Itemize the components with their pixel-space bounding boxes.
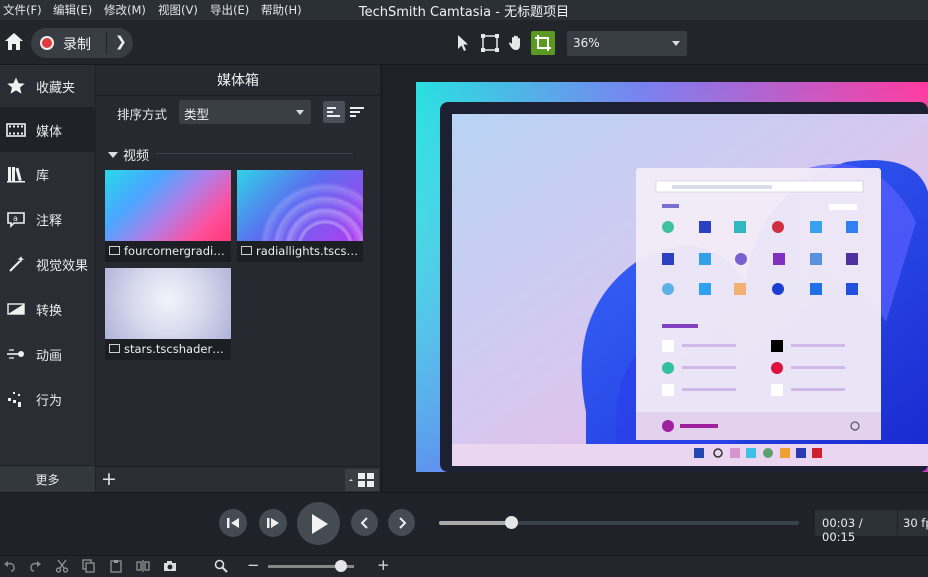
sidebar-item-label: 行为: [36, 394, 63, 409]
film-icon: [109, 344, 120, 353]
preview-image: [416, 82, 928, 472]
film-icon: [6, 123, 26, 137]
sidebar-item-visual-effects[interactable]: 视觉效果: [0, 243, 95, 285]
behavior-icon: [8, 392, 21, 407]
thumbnail-image: [105, 268, 231, 339]
sidebar-item-transitions[interactable]: 转换: [0, 288, 95, 330]
media-item[interactable]: radiallights.tscshadervid: [237, 170, 363, 262]
pointer-icon[interactable]: [451, 31, 475, 55]
sidebar-item-label: 库: [36, 169, 50, 184]
animation-icon: [7, 349, 24, 359]
next-icon[interactable]: [388, 509, 415, 536]
sidebar-item-media[interactable]: 媒体: [0, 107, 95, 152]
timeline-zoom-handle[interactable]: [335, 560, 348, 572]
zoom-dropdown[interactable]: 36%: [567, 31, 687, 56]
sidebar-item-animations[interactable]: 动画: [0, 333, 95, 375]
media-bin: 媒体箱 排序方式 类型 视频 fourcornergradient.tscsha…: [96, 65, 380, 492]
sort-dropdown[interactable]: 类型: [179, 100, 311, 124]
group-label-video: 视频: [123, 149, 150, 164]
zoom-out-icon[interactable]: −: [247, 556, 260, 574]
thumbnail-image: [105, 170, 231, 241]
group-divider: [156, 153, 353, 154]
bin-title: 媒体箱: [217, 73, 259, 89]
zoom-in-icon[interactable]: +: [377, 556, 390, 574]
thumbnail-image: [237, 170, 363, 241]
scrubber-handle[interactable]: [504, 516, 518, 529]
hand-icon[interactable]: [504, 31, 528, 55]
time-display: 00:03 / 00:15: [815, 510, 897, 544]
crop-frame-icon[interactable]: [478, 31, 502, 55]
menu-bar: 文件(F) 编辑(E) 修改(M) 视图(V) 导出(E) 帮助(H) Tech…: [0, 0, 928, 20]
undo-icon[interactable]: [3, 559, 17, 573]
record-dot-icon: [40, 36, 54, 50]
fps-display[interactable]: 30 fps: [898, 510, 928, 536]
step-back-icon[interactable]: [219, 509, 247, 537]
media-item-name: fourcornergradient.tscshadervid: [124, 244, 229, 258]
sidebar-item-label: 转换: [36, 304, 63, 319]
sort-value: 类型: [184, 107, 210, 122]
bin-footer: +: [96, 466, 380, 492]
paste-icon[interactable]: [109, 559, 123, 573]
crop-icon[interactable]: [531, 31, 555, 55]
previous-icon[interactable]: [351, 509, 378, 536]
sidebar-item-library[interactable]: 库: [0, 153, 95, 195]
add-icon[interactable]: +: [101, 468, 117, 490]
film-icon: [109, 246, 120, 255]
film-icon: [241, 246, 252, 255]
record-label: 录制: [63, 37, 91, 53]
sort-icon[interactable]: [346, 101, 368, 123]
wand-icon: [9, 256, 25, 272]
zoom-value: 36%: [573, 36, 600, 50]
transition-icon: [7, 303, 25, 315]
sidebar-item-behaviors[interactable]: 行为: [0, 378, 95, 420]
copy-icon[interactable]: [82, 559, 96, 573]
cut-icon[interactable]: [55, 559, 69, 573]
bin-divider: [96, 95, 380, 96]
chevron-down-icon: [672, 41, 680, 46]
caret-down-icon[interactable]: [108, 152, 118, 158]
sidebar-item-label: 视觉效果: [36, 259, 89, 274]
split-icon[interactable]: [136, 559, 150, 573]
chevron-down-icon: [296, 110, 304, 115]
media-item-name: stars.tscshadervid: [124, 342, 229, 356]
preview-canvas[interactable]: [416, 82, 928, 472]
library-icon: [7, 167, 25, 183]
app-title: TechSmith Camtasia - 无标题项目: [358, 5, 570, 20]
redo-icon[interactable]: [28, 559, 42, 573]
record-button[interactable]: 录制 ❯: [31, 28, 133, 58]
more-button[interactable]: 更多: [0, 466, 95, 492]
media-item[interactable]: fourcornergradient.tscshadervid: [105, 170, 231, 262]
star-icon: [7, 77, 25, 94]
scrubber-progress: [439, 521, 511, 525]
step-forward-icon[interactable]: [259, 509, 287, 537]
sidebar-item-annotations[interactable]: a 注释: [0, 198, 95, 240]
grid-view-icon[interactable]: [345, 469, 379, 491]
svg-text:a: a: [13, 214, 18, 223]
record-divider: [106, 32, 107, 54]
sort-label: 排序方式: [117, 107, 168, 122]
sidebar-item-favorites[interactable]: 收藏夹: [0, 65, 95, 107]
play-button[interactable]: [297, 502, 340, 545]
sidebar-item-label: 注释: [36, 214, 63, 229]
media-item[interactable]: stars.tscshadervid: [105, 268, 231, 360]
chevron-right-icon[interactable]: ❯: [115, 34, 127, 50]
media-item-name: radiallights.tscshadervid: [256, 244, 361, 258]
camera-icon[interactable]: [163, 559, 177, 573]
sidebar-item-label: 收藏夹: [36, 81, 76, 96]
home-icon[interactable]: [2, 30, 26, 54]
zoom-icon[interactable]: [214, 559, 228, 573]
align-left-icon[interactable]: [323, 101, 345, 123]
sidebar-item-label: 媒体: [36, 125, 63, 140]
sidebar-item-label: 动画: [36, 349, 63, 364]
scrubber-track[interactable]: [439, 521, 799, 525]
sidebar: 收藏夹 媒体 库 a 注释 视觉效果 转换 动画 行为: [0, 65, 95, 465]
annotation-icon: a: [7, 212, 25, 228]
